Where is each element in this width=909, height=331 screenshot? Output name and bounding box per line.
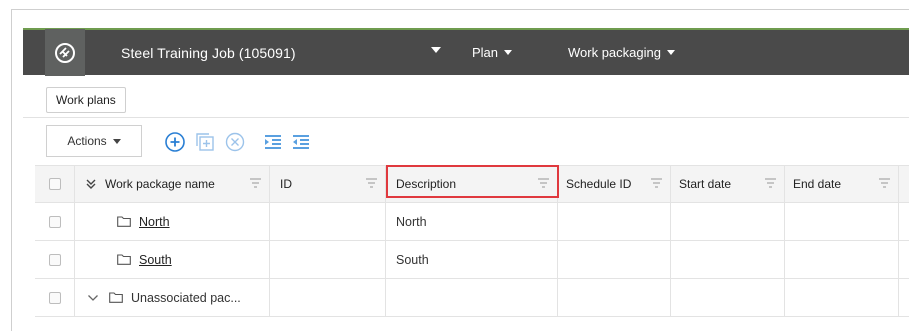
work-plans-tab[interactable]: Work plans [46,87,126,113]
description-cell: South [386,241,558,278]
filter-icon[interactable] [651,178,662,188]
description-cell [386,279,558,316]
folder-icon [109,292,123,303]
filter-icon[interactable] [250,178,261,188]
column-header-end-date-label: End date [793,177,842,191]
table-row[interactable]: North North [35,203,909,241]
add-box-icon[interactable] [194,131,216,153]
end-date-cell [785,203,899,240]
row-select-cell [35,203,75,240]
add-circle-icon[interactable] [164,131,186,153]
table-row[interactable]: South South [35,241,909,279]
expand-chevron-icon[interactable] [87,294,99,302]
job-title[interactable]: Steel Training Job (105091) [121,45,296,61]
folder-icon [117,216,131,227]
name-cell: North [75,203,270,240]
divider [23,117,909,118]
column-header-description[interactable]: Description [386,166,558,202]
id-cell [270,241,386,278]
chevron-down-icon [112,138,121,144]
column-header-schedule-id[interactable]: Schedule ID [558,166,671,202]
name-cell: Unassociated pac... [75,279,270,316]
select-all-checkbox[interactable] [49,178,61,190]
column-header-name[interactable]: Work package name [75,166,270,202]
app-header: Steel Training Job (105091) Plan Work pa… [23,28,909,76]
start-date-cell [671,203,785,240]
description-cell: North [386,203,558,240]
filter-icon[interactable] [538,178,549,188]
work-package-link[interactable]: North [139,215,170,229]
plan-menu[interactable]: Plan [472,45,513,60]
app-logo-icon[interactable] [45,29,85,76]
frame-border-top [11,9,909,10]
row-select-cell [35,279,75,316]
start-date-cell [671,241,785,278]
schedule-id-cell [558,279,671,316]
frame-border-left [11,9,12,331]
filter-icon[interactable] [765,178,776,188]
id-cell [270,279,386,316]
row-select-cell [35,241,75,278]
column-header-id[interactable]: ID [270,166,386,202]
filter-icon[interactable] [879,178,890,188]
job-dropdown-chevron-icon[interactable] [431,47,441,53]
column-header-end-date[interactable]: End date [785,166,899,202]
column-header-name-label: Work package name [105,177,215,191]
schedule-id-cell [558,241,671,278]
filter-icon[interactable] [366,178,377,188]
schedule-id-cell [558,203,671,240]
row-checkbox[interactable] [49,215,61,228]
select-all-cell [35,166,75,202]
end-date-cell [785,279,899,316]
row-checkbox[interactable] [49,253,61,266]
folder-icon [117,254,131,265]
outdent-icon[interactable] [290,131,312,153]
indent-icon[interactable] [262,131,284,153]
table-row[interactable]: Unassociated pac... [35,279,909,317]
plan-menu-label: Plan [472,45,499,60]
end-date-cell [785,241,899,278]
work-package-link[interactable]: South [139,253,172,267]
actions-label: Actions [67,134,107,148]
work-packaging-menu-label: Work packaging [568,45,661,60]
remove-circle-icon[interactable] [224,131,246,153]
name-cell: South [75,241,270,278]
id-cell [270,203,386,240]
column-header-start-date[interactable]: Start date [671,166,785,202]
column-header-schedule-id-label: Schedule ID [566,177,632,191]
start-date-cell [671,279,785,316]
table-header-row: Work package name ID Description Schedul… [35,165,909,203]
collapse-all-chevrons-icon[interactable] [85,178,97,190]
actions-button[interactable]: Actions [46,125,142,157]
work-packaging-menu[interactable]: Work packaging [568,45,675,60]
chevron-down-icon [504,50,513,55]
row-checkbox[interactable] [49,291,61,304]
column-header-id-label: ID [280,177,292,191]
column-header-description-label: Description [396,177,457,191]
work-package-name[interactable]: Unassociated pac... [131,291,241,305]
chevron-down-icon [666,50,675,55]
column-header-start-date-label: Start date [679,177,732,191]
